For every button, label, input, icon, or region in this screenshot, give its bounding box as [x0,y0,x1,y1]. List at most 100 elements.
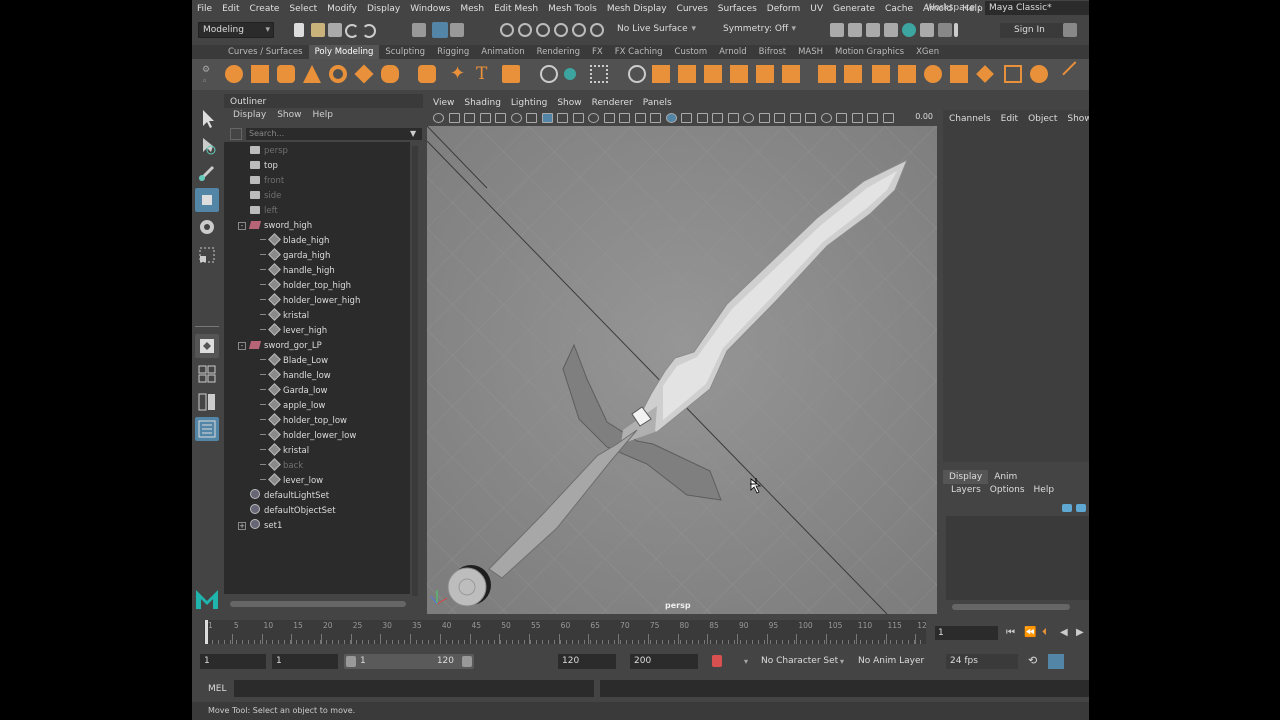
workspace-dropdown[interactable]: Maya Classic* [985,1,1089,15]
wireframe-on-shaded-icon[interactable] [681,113,692,123]
snap-pivot-icon[interactable] [590,23,604,37]
live-surface-dropdown[interactable]: No Live Surface [613,22,699,38]
type-tool-icon[interactable]: T [476,65,494,83]
anim-layer-arrow-icon[interactable]: ▾ [840,657,844,666]
layer-move-up-icon[interactable] [1062,504,1072,512]
gate-mask-icon[interactable] [588,113,599,123]
outliner-scrollbar[interactable] [412,146,418,596]
auto-map-icon[interactable] [1030,65,1048,83]
menu-mesh-tools[interactable]: Mesh Tools [543,4,602,14]
viewport-persp[interactable]: persp [427,126,937,614]
screen-space-ao-icon[interactable] [743,113,754,123]
layer-scrollbar[interactable] [952,604,1070,610]
bridge-icon[interactable] [678,65,696,83]
center-pivot-icon[interactable] [872,65,890,83]
film-gate-icon[interactable] [557,113,568,123]
outliner-filter-icon[interactable] [230,128,242,140]
layer-tab-display[interactable]: Display [943,470,989,484]
layer-menu-help[interactable]: Help [1034,485,1055,495]
bookmarks-icon[interactable] [479,113,491,123]
viewport-menu-show[interactable]: Show [557,97,581,110]
menu-create[interactable]: Create [245,4,285,14]
outliner-row[interactable]: top [250,159,278,174]
select-object-icon[interactable] [432,22,448,38]
resolution-gate-icon[interactable] [572,113,584,123]
outliner-row[interactable]: lever_high [260,323,327,339]
modeling-toolkit-icon[interactable] [1063,23,1077,37]
shelf-tab-poly-modeling[interactable]: Poly Modeling [308,45,380,59]
poly-disc-icon[interactable] [381,65,399,83]
lasso-tool-icon[interactable] [195,134,219,158]
anim-layer-dropdown[interactable]: No Anim Layer [858,656,924,666]
poly-cone-icon[interactable] [303,65,321,83]
sweep-mesh-icon[interactable]: ✦ [450,65,468,83]
step-back-frame-icon[interactable]: ⏴ [1042,627,1047,638]
shelf-tab-custom[interactable]: Custom [669,45,714,59]
outliner-row[interactable]: holder_lower_high [260,293,360,309]
image-plane-icon[interactable] [495,113,506,123]
shelf-tab-arnold[interactable]: Arnold [713,45,753,59]
save-scene-icon[interactable] [328,23,342,37]
menu-cache[interactable]: Cache [880,4,918,14]
motion-blur-icon[interactable] [758,113,770,123]
viewport-menu-view[interactable]: View [433,97,454,110]
range-end-field[interactable]: 120 [558,654,616,669]
outliner-row[interactable]: side [250,189,281,204]
quad-draw-icon[interactable] [844,65,862,83]
current-frame-field[interactable]: 1 [935,626,998,640]
search-dropdown-icon[interactable]: ▼ [410,129,416,138]
render-sequence-icon[interactable] [848,23,862,37]
poly-plane-icon[interactable] [354,64,374,84]
shelf-tab-bifrost[interactable]: Bifrost [753,45,792,59]
time-slider[interactable]: 1 5 10 15 20 25 30 35 40 45 50 55 60 65 70 75 80 85 90 95 10… [204,620,927,644]
command-language-label[interactable]: MEL [208,684,226,694]
outliner-row[interactable]: kristal [260,308,309,324]
append-icon[interactable] [730,65,748,83]
shelf-gear-icon[interactable]: ⚙ [202,65,210,75]
target-weld-icon[interactable] [818,65,836,83]
channel-menu-object[interactable]: Object [1028,114,1057,124]
layer-menu-options[interactable]: Options [990,485,1025,495]
grease-pencil-icon[interactable] [526,113,537,123]
exposure-icon[interactable] [867,113,878,123]
menu-windows[interactable]: Windows [405,4,455,14]
collapse-icon[interactable]: - [238,222,246,230]
menu-edit[interactable]: Edit [217,4,244,14]
outliner-layout-icon[interactable] [195,417,219,441]
menu-deform[interactable]: Deform [762,4,805,14]
camera-attributes-icon[interactable] [464,113,475,123]
outliner-row[interactable]: left [250,204,278,219]
undo-icon[interactable] [345,24,359,38]
select-component-icon[interactable] [450,23,464,37]
ipr-icon[interactable] [866,23,880,37]
move-tool-icon[interactable] [195,188,219,212]
merge-icon[interactable] [756,65,774,83]
render-view-icon[interactable] [920,23,934,37]
outliner-menu-show[interactable]: Show [277,110,301,124]
outliner-row[interactable]: - sword_gor_LP [238,339,322,354]
outliner-row[interactable]: apple_low [260,398,325,414]
wireframe-icon[interactable] [650,113,661,123]
snap-view-icon[interactable] [554,23,568,37]
viewport-value[interactable]: 0.00 [915,112,933,121]
persp-outliner-view-icon[interactable] [195,390,219,414]
anim-prefs-icon[interactable] [1048,654,1064,669]
menu-curves[interactable]: Curves [672,4,713,14]
outliner-row[interactable]: - sword_high [238,219,312,234]
single-perspective-view-icon[interactable] [195,334,219,358]
smooth-icon[interactable] [590,65,608,83]
shelf-tab-fx[interactable]: FX [586,45,609,59]
gamma-icon[interactable] [882,113,894,123]
select-tool-icon[interactable] [195,106,219,130]
boolean-icon[interactable] [628,65,646,83]
play-backwards-icon[interactable]: ◀ [1060,627,1068,638]
xray-joints-icon[interactable] [836,113,847,123]
poly-torus-icon[interactable] [329,65,347,83]
xray-components-icon[interactable] [851,113,863,123]
grid-icon[interactable] [541,113,553,123]
outliner-row[interactable]: handle_low [260,368,331,384]
xray-icon[interactable] [820,113,832,123]
range-start-handle[interactable] [346,656,356,667]
scene-end-field[interactable]: 200 [630,654,698,669]
fps-dropdown[interactable]: 24 fps [946,654,1018,669]
